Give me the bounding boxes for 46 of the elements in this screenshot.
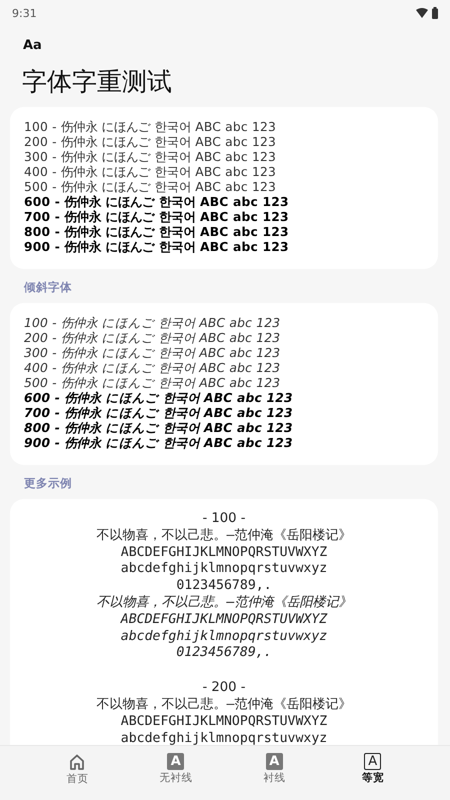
italic-sample: 600 - 伤仲永 にほんご 한국어 ABC abc 123 xyxy=(24,391,293,406)
wifi-icon xyxy=(416,8,428,18)
italic-sample: 500 - 伤仲永 にほんご 한국어 ABC abc 123 xyxy=(24,376,280,391)
nav-tab[interactable]: A 无衬线 xyxy=(146,746,206,800)
weight-sample: 300 - 伤仲永 にほんご 한국어 ABC abc 123 xyxy=(24,150,276,165)
italic-sample-line: 不以物喜，不以己悲。—范仲淹《岳阳楼记》 xyxy=(96,594,352,612)
letter-icon: A xyxy=(266,753,283,770)
nav-tab[interactable]: 首页 xyxy=(47,746,108,800)
sample-line: 0123456789,. xyxy=(176,578,272,595)
sample-heading: - 200 - xyxy=(202,680,246,697)
italic-sample-line: ABCDEFGHIJKLMNOPQRSTUVWXYZ xyxy=(120,612,328,629)
italic-sample: 400 - 伤仲永 にほんご 한국어 ABC abc 123 xyxy=(24,361,280,376)
letter-icon: A xyxy=(167,753,184,770)
italic-sample: 900 - 伤仲永 にほんご 한국어 ABC abc 123 xyxy=(24,436,293,451)
weight-sample: 200 - 伤仲永 にほんご 한국어 ABC abc 123 xyxy=(24,135,276,150)
italic-sample: 300 - 伤仲永 にほんご 한국어 ABC abc 123 xyxy=(24,346,280,361)
sample-line: 不以物喜，不以己悲。—范仲淹《岳阳楼记》 xyxy=(96,696,352,714)
weight-sample: 700 - 伤仲永 にほんご 한국어 ABC abc 123 xyxy=(24,210,289,225)
page-title: 字体字重测试 xyxy=(22,66,172,98)
weight-sample: 800 - 伤仲永 にほんご 한국어 ABC abc 123 xyxy=(24,225,289,240)
nav-tab[interactable]: A 等宽 xyxy=(342,746,403,800)
section-label: 倾斜字体 xyxy=(24,280,72,295)
section-label: 更多示例 xyxy=(24,476,72,491)
weight-sample: 100 - 伤仲永 にほんご 한국어 ABC abc 123 xyxy=(24,120,276,135)
weight-sample: 600 - 伤仲永 にほんご 한국어 ABC abc 123 xyxy=(24,195,289,210)
sample-line: abcdefghijklmnopqrstuvwxyz xyxy=(120,730,328,748)
sample-line: ABCDEFGHIJKLMNOPQRSTUVWXYZ xyxy=(120,544,328,562)
italic-sample: 800 - 伤仲永 にほんご 한국어 ABC abc 123 xyxy=(24,421,293,436)
app-logo: Aa xyxy=(23,38,42,53)
italic-sample: 700 - 伤仲永 にほんご 한국어 ABC abc 123 xyxy=(24,406,293,421)
italic-sample-line: 0123456789,. xyxy=(176,645,272,662)
letter-icon: A xyxy=(364,753,382,770)
nav-tab[interactable]: A 衬线 xyxy=(244,746,304,800)
sample-line: abcdefghijklmnopqrstuvwxyz xyxy=(120,561,328,578)
weight-sample: 900 - 伤仲永 にほんご 한국어 ABC abc 123 xyxy=(24,240,289,255)
sample-heading: - 100 - xyxy=(202,511,246,528)
home-icon xyxy=(68,753,86,771)
italic-sample: 200 - 伤仲永 にほんご 한국어 ABC abc 123 xyxy=(24,331,280,346)
battery-icon xyxy=(432,7,438,19)
italic-sample: 100 - 伤仲永 にほんご 한국어 ABC abc 123 xyxy=(24,316,280,331)
sample-line: 不以物喜，不以己悲。—范仲淹《岳阳楼记》 xyxy=(96,528,352,545)
italic-sample-line: abcdefghijklmnopqrstuvwxyz xyxy=(120,628,328,646)
status-time: 9:31 xyxy=(12,6,37,20)
sample-line: ABCDEFGHIJKLMNOPQRSTUVWXYZ xyxy=(120,714,328,731)
weight-sample: 400 - 伤仲永 にほんご 한국어 ABC abc 123 xyxy=(24,165,276,180)
weight-sample: 500 - 伤仲永 にほんご 한국어 ABC abc 123 xyxy=(24,180,276,195)
